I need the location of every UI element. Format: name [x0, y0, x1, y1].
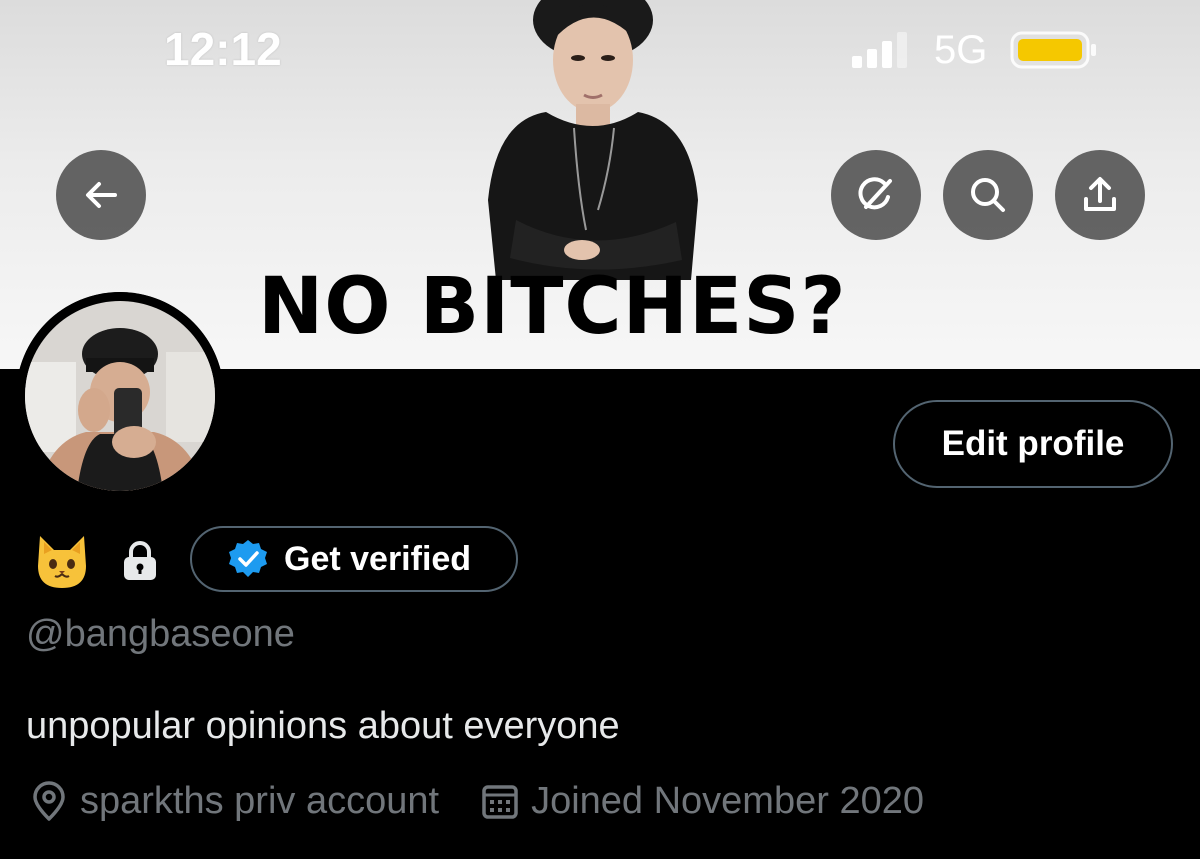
banner-person-image — [488, 0, 698, 280]
share-icon — [1084, 177, 1116, 211]
network-type-label: 5G — [934, 28, 988, 72]
get-verified-label: Get verified — [284, 539, 472, 578]
search-button[interactable] — [943, 150, 1033, 240]
location-pin-icon — [33, 781, 65, 821]
lock-icon — [124, 541, 156, 580]
profile-screen: NO BITCHES? 12:12 5G Edit profile Get ve… — [0, 0, 1200, 859]
share-button[interactable] — [1055, 150, 1145, 240]
cat-face-icon — [38, 536, 86, 588]
verified-badge-icon — [229, 540, 267, 577]
calendar-icon — [482, 785, 518, 819]
cellular-signal-icon — [852, 32, 907, 68]
profile-meta-row: sparkths priv account Joined November 20… — [30, 778, 924, 824]
profile-location: sparkths priv account — [80, 779, 440, 822]
edit-profile-button[interactable]: Edit profile — [893, 400, 1173, 488]
arrow-left-icon — [86, 182, 117, 208]
avatar-image — [16, 292, 224, 500]
back-button[interactable] — [56, 150, 146, 240]
profile-joined-date: Joined November 2020 — [531, 779, 924, 822]
search-icon — [971, 178, 1005, 212]
grok-button[interactable] — [831, 150, 921, 240]
get-verified-button[interactable]: Get verified — [190, 526, 518, 592]
banner-caption: NO BITCHES? — [258, 262, 847, 352]
profile-bio: unpopular opinions about everyone — [26, 705, 620, 747]
grok-icon — [858, 177, 892, 210]
profile-handle: @bangbaseone — [26, 613, 295, 655]
battery-icon — [1010, 31, 1096, 69]
status-time: 12:12 — [164, 23, 282, 75]
avatar[interactable] — [16, 292, 224, 500]
